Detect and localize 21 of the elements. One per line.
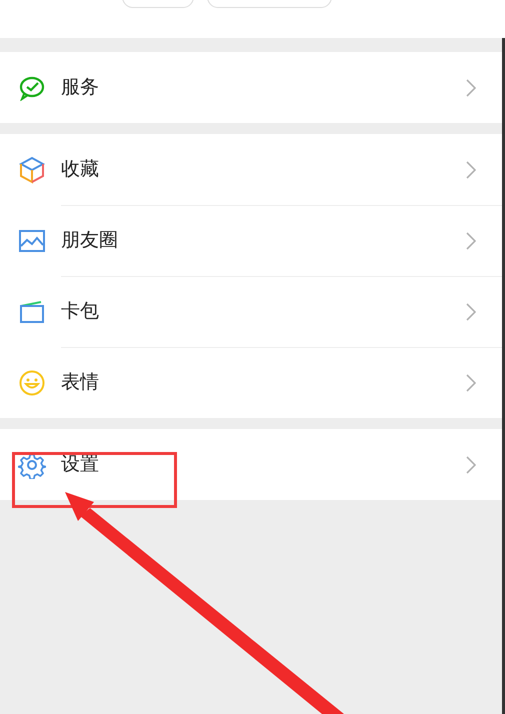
menu-label: 表情 <box>61 370 100 396</box>
cube-icon <box>18 156 44 184</box>
menu-label: 服务 <box>61 75 100 100</box>
chevron-icon <box>466 232 476 250</box>
menu-item[interactable]: 表情 <box>0 347 502 418</box>
menu-item[interactable]: 卡包 <box>0 276 502 347</box>
chat-check-icon <box>18 74 46 100</box>
smiley-icon <box>18 368 46 396</box>
menu-item[interactable]: 服务 <box>0 52 502 123</box>
card-icon <box>18 298 46 324</box>
picture-icon <box>18 228 46 252</box>
menu-label: 收藏 <box>61 157 100 182</box>
menu-label: 卡包 <box>61 299 100 324</box>
chevron-icon <box>466 160 476 178</box>
menu-label: 朋友圈 <box>61 228 119 254</box>
chevron-icon <box>466 456 476 474</box>
chevron-icon <box>466 78 476 96</box>
menu-item[interactable]: 收藏 <box>0 134 502 205</box>
chevron-icon <box>466 374 476 392</box>
menu-item[interactable]: 朋友圈 <box>0 205 502 276</box>
chevron-icon <box>466 302 476 320</box>
